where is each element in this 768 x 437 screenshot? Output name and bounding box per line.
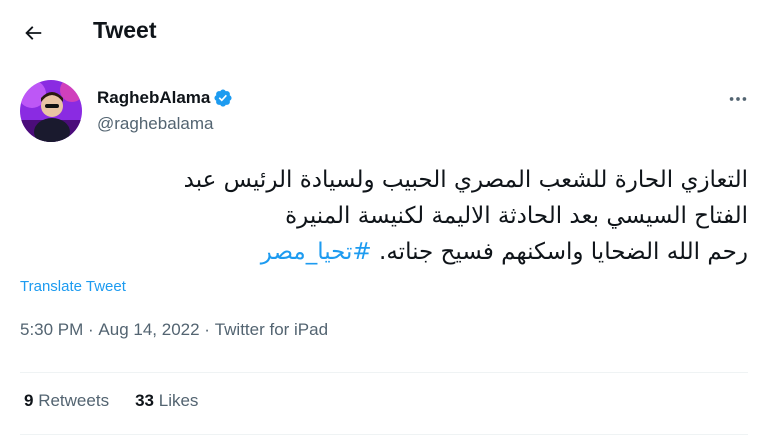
author-display-name[interactable]: RaghebAlama	[97, 88, 210, 108]
page-title: Tweet	[93, 17, 157, 43]
tweet-metadata: 5:30 PM · Aug 14, 2022 · Twitter for iPa…	[20, 320, 328, 340]
divider	[20, 434, 748, 435]
retweets-stat[interactable]: 9 Retweets	[24, 391, 109, 411]
likes-stat[interactable]: 33 Likes	[135, 391, 198, 411]
tweet-text: التعازي الحارة للشعب المصري الحبيب ولسيا…	[20, 162, 748, 270]
tweet-date[interactable]: Aug 14, 2022	[98, 320, 199, 340]
likes-label: Likes	[158, 391, 199, 410]
tweet-line-3: رحم الله الضحايا واسكنهم فسيح جناته. #تح…	[20, 234, 748, 270]
likes-count: 33	[135, 391, 154, 410]
tweet-line-2: الفتاح السيسي بعد الحادثة الاليمة لكنيسة…	[285, 203, 748, 229]
translate-tweet-link[interactable]: Translate Tweet	[20, 278, 126, 295]
more-dots-icon	[729, 97, 747, 101]
meta-separator: ·	[83, 320, 99, 339]
hashtag-link[interactable]: #تحيا_مصر	[261, 239, 372, 265]
divider	[20, 372, 748, 373]
avatar[interactable]	[20, 80, 82, 142]
arrow-left-icon	[25, 26, 42, 40]
page-header: Tweet	[0, 0, 768, 64]
meta-separator: ·	[199, 320, 215, 339]
tweet-line-1: التعازي الحارة للشعب المصري الحبيب ولسيا…	[183, 167, 748, 193]
tweet-line-3-text: رحم الله الضحايا واسكنهم فسيح جناته.	[379, 239, 748, 265]
retweets-count: 9	[24, 391, 34, 410]
author-name-row: RaghebAlama	[97, 88, 233, 108]
more-options-button[interactable]	[718, 84, 758, 114]
tweet-time[interactable]: 5:30 PM	[20, 320, 83, 340]
verified-badge-icon	[214, 89, 232, 107]
tweet-source[interactable]: Twitter for iPad	[215, 320, 328, 340]
author-handle[interactable]: @raghebalama	[97, 114, 214, 134]
tweet-stats: 9 Retweets 33 Likes	[24, 391, 224, 411]
back-button[interactable]	[14, 14, 52, 52]
retweets-label: Retweets	[38, 391, 110, 410]
